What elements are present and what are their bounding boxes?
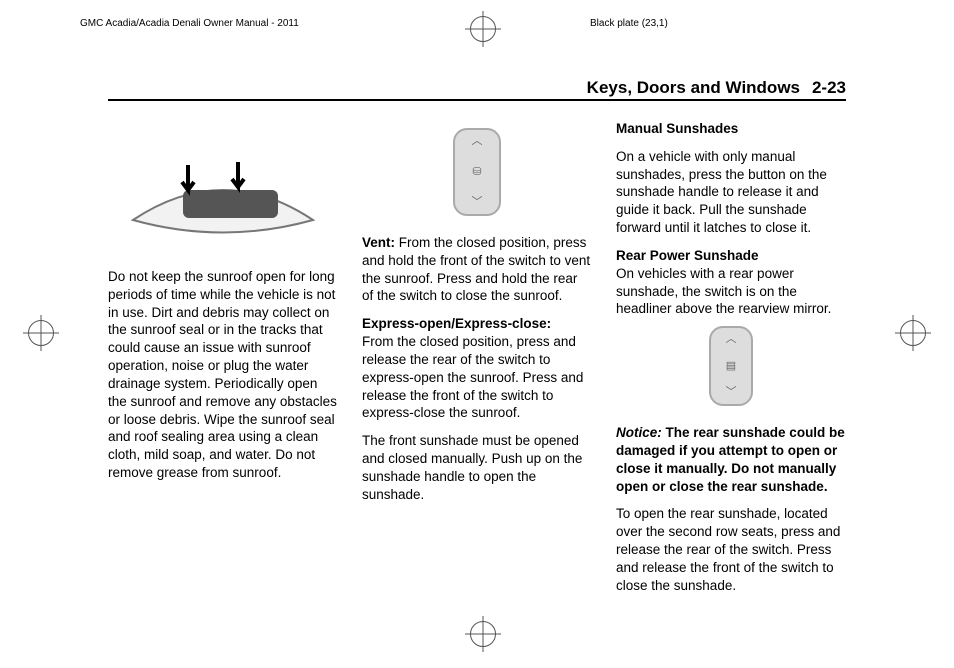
column-3: Manual Sunshades On a vehicle with only … xyxy=(616,120,846,628)
sunroof-illustration xyxy=(108,150,338,250)
sunroof-switch-icon: ︿ ⛁ ﹀ xyxy=(453,128,501,216)
print-header-left: GMC Acadia/Acadia Denali Owner Manual - … xyxy=(80,18,299,29)
notice-label: Notice: xyxy=(616,425,662,440)
express-label: Express-open/Express-close: xyxy=(362,316,551,331)
notice-paragraph: Notice: The rear sunshade could be damag… xyxy=(616,424,846,495)
manual-sunshades-heading: Manual Sunshades xyxy=(616,120,846,138)
col1-paragraph: Do not keep the sunroof open for long pe… xyxy=(108,268,338,482)
sunroof-switch-illustration: ︿ ⛁ ﹀ xyxy=(362,128,592,216)
vent-paragraph: Vent: From the closed position, press an… xyxy=(362,234,592,305)
crop-mark-right xyxy=(900,320,926,351)
header-rule xyxy=(108,99,846,101)
front-sunshade-paragraph: The front sunshade must be opened and cl… xyxy=(362,432,592,503)
column-2: ︿ ⛁ ﹀ Vent: From the closed position, pr… xyxy=(362,120,592,628)
vent-body: From the closed position, press and hold… xyxy=(362,235,590,303)
express-paragraph: Express-open/Express-close: From the clo… xyxy=(362,315,592,422)
crop-mark-left xyxy=(28,320,54,351)
sunroof-glyph-icon: ⛁ xyxy=(472,165,481,180)
page-number: 2-23 xyxy=(812,78,846,98)
rear-power-sunshade-body: On vehicles with a rear power sunshade, … xyxy=(616,266,831,317)
body-columns: Do not keep the sunroof open for long pe… xyxy=(108,120,846,628)
section-title: Keys, Doors and Windows xyxy=(587,78,800,98)
rear-sunshade-switch-illustration: ︿ ▤ ﹀ xyxy=(616,326,846,406)
rear-sunshade-operation: To open the rear sunshade, located over … xyxy=(616,505,846,594)
rear-power-sunshade-paragraph: Rear Power Sunshade On vehicles with a r… xyxy=(616,247,846,318)
chevron-down-icon: ﹀ xyxy=(726,387,737,398)
sunshade-glyph-icon: ▤ xyxy=(726,359,736,374)
rear-power-sunshade-heading: Rear Power Sunshade xyxy=(616,248,759,263)
chevron-down-icon: ﹀ xyxy=(472,197,483,208)
vent-label: Vent: xyxy=(362,235,395,250)
column-1: Do not keep the sunroof open for long pe… xyxy=(108,120,338,628)
chevron-up-icon: ︿ xyxy=(726,334,737,345)
express-body: From the closed position, press and rele… xyxy=(362,334,583,420)
rear-sunshade-switch-icon: ︿ ▤ ﹀ xyxy=(709,326,753,406)
print-header-right: Black plate (23,1) xyxy=(590,18,668,29)
crop-mark-top xyxy=(470,16,496,47)
manual-sunshades-body: On a vehicle with only manual sunshades,… xyxy=(616,148,846,237)
chevron-up-icon: ︿ xyxy=(472,136,483,147)
